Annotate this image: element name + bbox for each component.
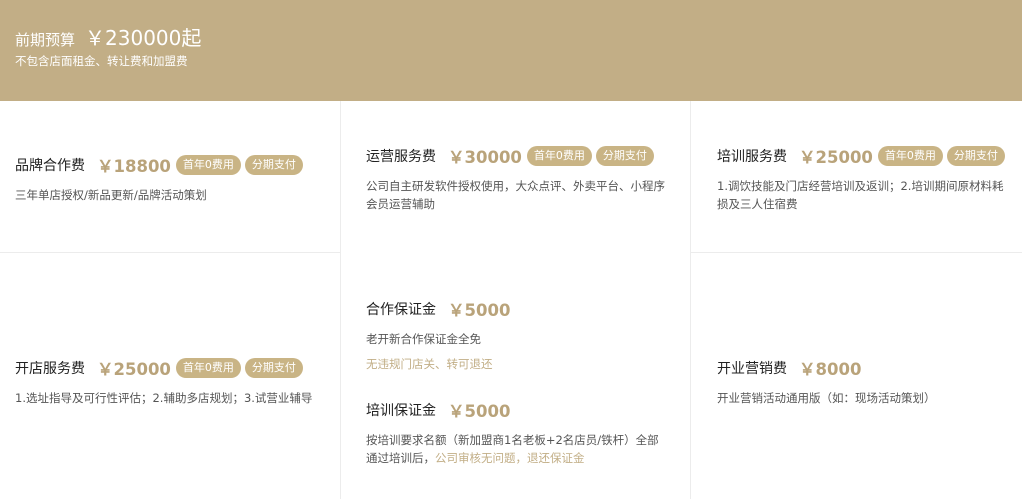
budget-title-row: 前期预算 ￥230000起 (15, 22, 201, 51)
first-year-free-badge: 首年0费用 (877, 146, 943, 166)
grid-divider (690, 252, 1022, 253)
fee-name: 品牌合作费 (15, 158, 85, 174)
fee-price: ￥25000 (799, 148, 873, 167)
fee-name: 开店服务费 (15, 361, 85, 377)
budget-amount: ￥230000起 (85, 26, 202, 50)
installment-badge: 分期支付 (595, 146, 654, 166)
grid-divider (340, 101, 341, 499)
fee-desc: 老开新合作保证金全免 (366, 332, 481, 346)
budget-banner: 前期预算 ￥230000起 不包含店面租金、转让费和加盟费 (0, 0, 1022, 101)
installment-badge: 分期支付 (244, 358, 303, 378)
budget-note: 不包含店面租金、转让费和加盟费 (15, 54, 188, 68)
fee-note: 无违规门店关、转可退还 (366, 357, 493, 371)
installment-badge: 分期支付 (244, 155, 303, 175)
fee-card-operation: 运营服务费 ￥30000 首年0费用 分期支付 公司自主研发软件授权使用，大众点… (366, 144, 666, 213)
fee-name: 培训保证金 (366, 403, 436, 419)
fee-card-training-deposit: 培训保证金 ￥5000 按培训要求名额（新加盟商1名老板+2名店员/铁杆）全部通… (366, 398, 666, 467)
fee-price: ￥25000 (97, 360, 171, 379)
first-year-free-badge: 首年0费用 (175, 358, 241, 378)
fee-desc: 1.调饮技能及门店经营培训及返训；2.培训期间原材料耗损及三人住宿费 (717, 179, 1004, 211)
fee-card-opening: 开店服务费 ￥25000 首年0费用 分期支付 1.选址指导及可行性评估；2.辅… (15, 356, 330, 407)
fee-name: 运营服务费 (366, 149, 436, 165)
fee-desc: 三年单店授权/新品更新/品牌活动策划 (15, 188, 207, 202)
fee-grid: 品牌合作费 ￥18800 首年0费用 分期支付 三年单店授权/新品更新/品牌活动… (0, 101, 1022, 499)
budget-label: 前期预算 (15, 31, 76, 49)
fee-name: 开业营销费 (717, 361, 787, 377)
fee-desc: 公司自主研发软件授权使用，大众点评、外卖平台、小程序会员运营辅助 (366, 179, 665, 211)
fee-price: ￥5000 (448, 402, 511, 421)
grid-divider (690, 101, 691, 499)
fee-name: 培训服务费 (717, 149, 787, 165)
fee-price: ￥18800 (97, 157, 171, 176)
fee-price: ￥30000 (448, 148, 522, 167)
fee-price: ￥8000 (799, 360, 862, 379)
fee-price: ￥5000 (448, 301, 511, 320)
installment-badge: 分期支付 (946, 146, 1005, 166)
fee-desc: 按培训要求名额（新加盟商1名老板+2名店员/铁杆）全部通过培训后，公司审核无问题… (366, 431, 666, 467)
fee-card-brand: 品牌合作费 ￥18800 首年0费用 分期支付 三年单店授权/新品更新/品牌活动… (15, 153, 330, 204)
grid-divider (0, 252, 340, 253)
fee-card-marketing: 开业营销费 ￥8000 开业营销活动通用版（如：现场活动策划） (717, 356, 1012, 407)
fee-name: 合作保证金 (366, 302, 436, 318)
first-year-free-badge: 首年0费用 (526, 146, 592, 166)
fee-desc: 开业营销活动通用版（如：现场活动策划） (717, 391, 936, 405)
fee-card-training: 培训服务费 ￥25000 首年0费用 分期支付 1.调饮技能及门店经营培训及返训… (717, 144, 1012, 213)
fee-desc-highlight: 公司审核无问题，退还保证金 (435, 451, 585, 465)
first-year-free-badge: 首年0费用 (175, 155, 241, 175)
fee-card-cooperation-deposit: 合作保证金 ￥5000 老开新合作保证金全免 无违规门店关、转可退还 (366, 297, 666, 372)
fee-desc: 1.选址指导及可行性评估；2.辅助多店规划；3.试营业辅导 (15, 391, 313, 405)
